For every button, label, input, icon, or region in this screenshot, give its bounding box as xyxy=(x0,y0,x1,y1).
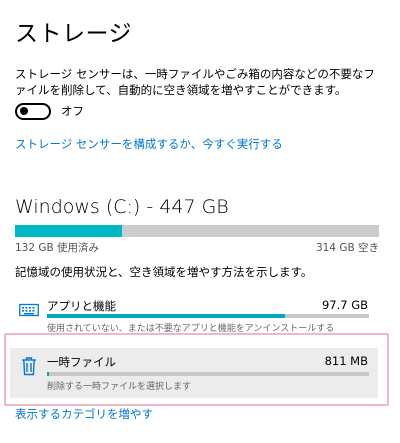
drive-usage-fill xyxy=(15,225,123,237)
category-size: 97.7 GB xyxy=(321,298,368,312)
storage-sense-toggle[interactable] xyxy=(15,102,51,120)
free-space-label: 314 GB 空き xyxy=(315,242,379,254)
drive-usage-bar xyxy=(15,225,379,237)
drive-title: Windows (C:) - 447 GB xyxy=(15,196,229,218)
usage-description: 記憶域の使用状況と、空き領域を増やす方法を示します。 xyxy=(15,265,313,279)
category-name: アプリと機能 xyxy=(47,299,116,313)
category-usage-bar xyxy=(47,314,369,318)
keyboard-icon xyxy=(17,298,41,322)
used-space-label: 132 GB 使用済み xyxy=(15,242,100,254)
category-apps-and-features[interactable]: アプリと機能 97.7 GB 使用されていない、または不要なアプリと機能をアンイ… xyxy=(10,292,378,336)
selection-highlight xyxy=(4,333,389,406)
toggle-knob xyxy=(20,107,28,115)
page-title: ストレージ xyxy=(15,21,133,47)
storage-sense-description: ストレージ センサーは、一時ファイルやごみ箱の内容などの不要なファイルを削除して… xyxy=(15,67,375,97)
show-more-categories-link[interactable]: 表示するカテゴリを増やす xyxy=(15,406,153,422)
toggle-state-label: オフ xyxy=(61,104,84,118)
configure-storage-sense-link[interactable]: ストレージ センサーを構成するか、今すぐ実行する xyxy=(15,136,283,152)
storage-sense-toggle-row[interactable]: オフ xyxy=(15,102,84,120)
category-usage-fill xyxy=(47,314,286,318)
